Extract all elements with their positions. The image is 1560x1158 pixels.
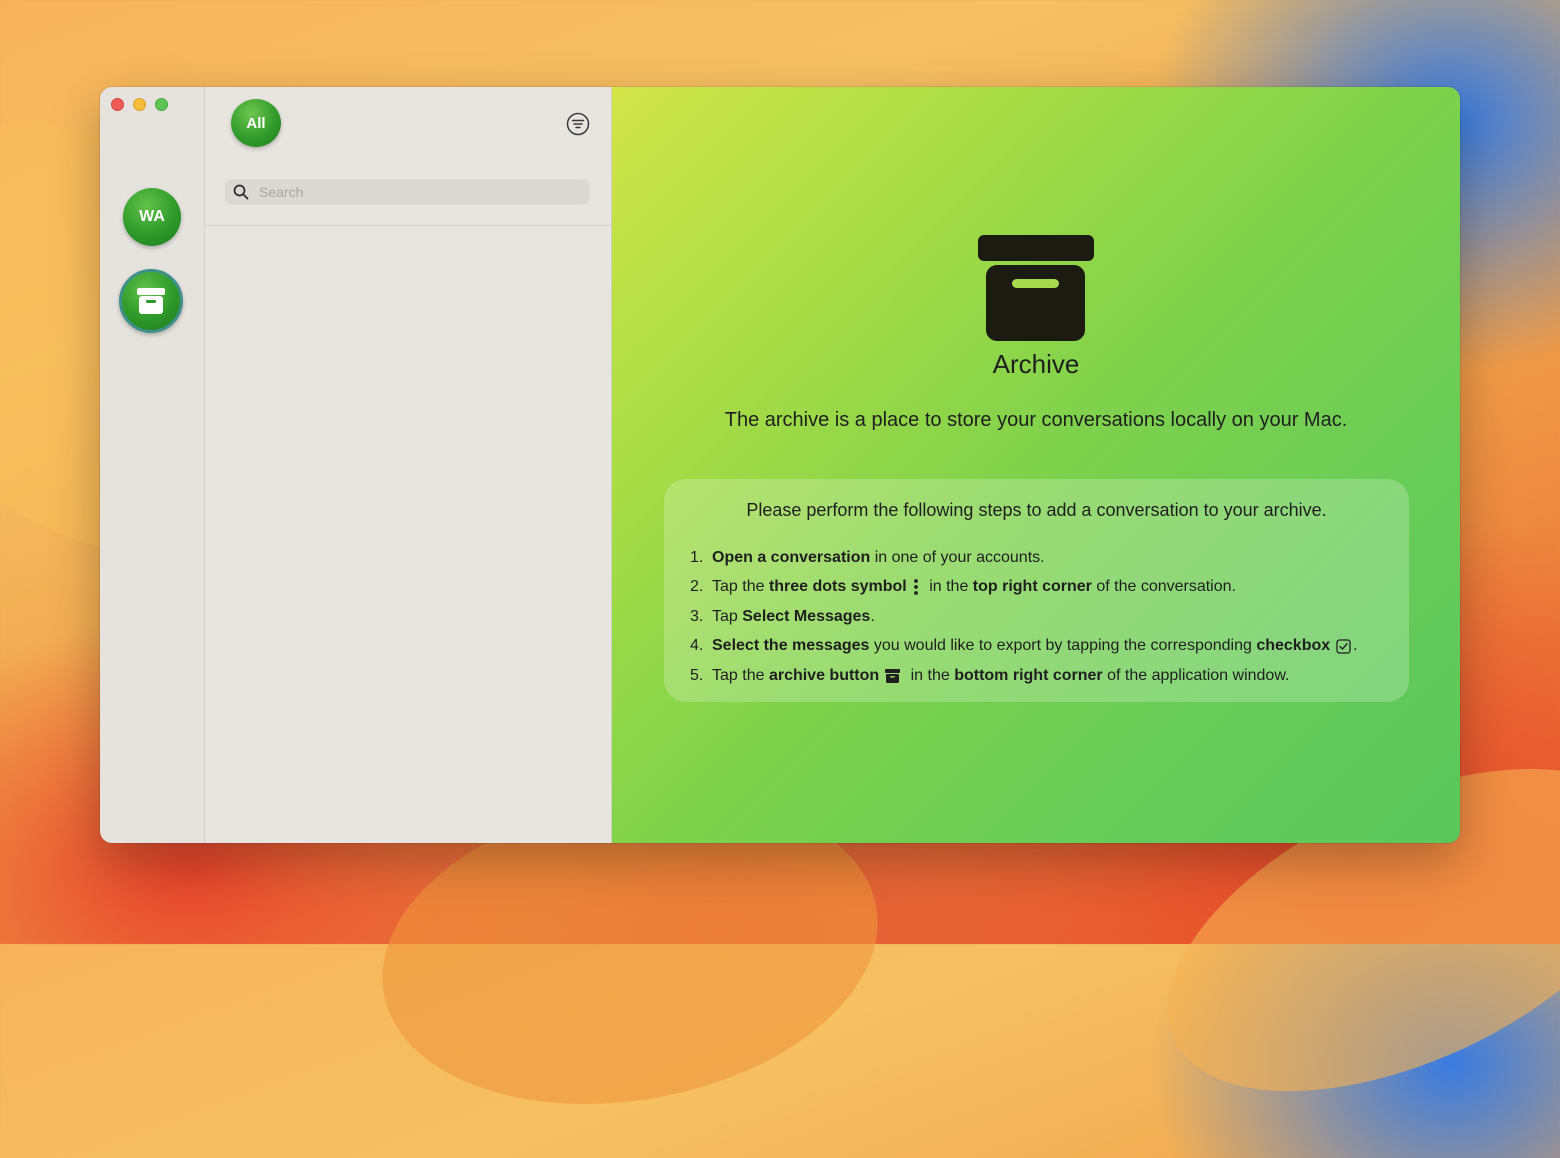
archive-icon [885,668,901,683]
checkbox-icon [1336,639,1351,654]
all-accounts-button[interactable]: All [231,99,281,147]
step-number: 1. [690,548,704,566]
step-emphasis: checkbox [1256,637,1331,655]
page-title: Archive [992,349,1080,379]
step-text: . [1353,637,1358,655]
zoom-window-button[interactable] [155,98,168,111]
step-emphasis: archive button [768,666,880,684]
archive-content-pane: Archive The archive is a place to store … [612,87,1460,843]
archive-account-badge [124,274,178,328]
step-text: in the [906,666,955,684]
account-rail: WA [100,87,205,843]
close-window-button[interactable] [111,98,124,111]
all-accounts-label: All [246,114,266,132]
search-input[interactable] [257,183,561,201]
step-emphasis: Select the messages [712,637,870,655]
three-dots-icon [913,578,919,596]
window-controls [111,98,168,111]
step-text: you would like to export by tapping the … [869,637,1257,655]
step-number: 5. [690,666,704,684]
step-text: of the application window. [1102,666,1290,684]
filter-icon [566,112,590,136]
instructions-heading: Please perform the following steps to ad… [746,500,1327,520]
app-window: WA All Search Archive The archive is a p… [100,87,1460,843]
step-emphasis: Select Messages [742,607,871,625]
step-emphasis: top right corner [972,578,1092,596]
archive-account-button[interactable] [119,269,183,333]
instruction-step: 1. Open a conversation in one of your ac… [690,543,1358,573]
instruction-step: 5. Tap the archive button in the bottom … [690,661,1358,691]
step-text: . [870,607,875,625]
instruction-step: 2. Tap the three dots symbol in the top … [690,573,1358,603]
instruction-step: 3. Tap Select Messages . [690,602,1358,632]
account-wa-button[interactable]: WA [123,188,181,246]
conversation-list-pane: All [205,87,612,843]
account-wa-label: WA [139,208,165,225]
archive-icon [137,288,165,314]
step-text: Tap the [712,578,769,596]
step-emphasis: bottom right corner [954,666,1103,684]
search-field[interactable] [225,179,590,205]
instructions-card: Please perform the following steps to ad… [664,479,1409,702]
instruction-step: 4. Select the messages you would like to… [690,632,1358,662]
step-text: in one of your accounts. [870,548,1045,566]
step-text: Tap [712,607,743,625]
step-text: Tap the [712,666,769,684]
search-icon [233,184,249,200]
step-emphasis: three dots symbol [768,578,907,596]
page-subtitle: The archive is a place to store your con… [724,409,1348,431]
step-text: in the [924,578,973,596]
filter-button[interactable] [565,111,591,137]
step-number: 2. [690,578,704,596]
step-number: 4. [690,637,704,655]
list-divider [205,225,611,226]
step-text: of the conversation. [1091,578,1236,596]
step-number: 3. [690,607,704,625]
minimize-window-button[interactable] [133,98,146,111]
step-emphasis: Open a conversation [712,548,871,566]
archive-icon [978,235,1094,341]
instructions-list: 1. Open a conversation in one of your ac… [690,543,1358,691]
